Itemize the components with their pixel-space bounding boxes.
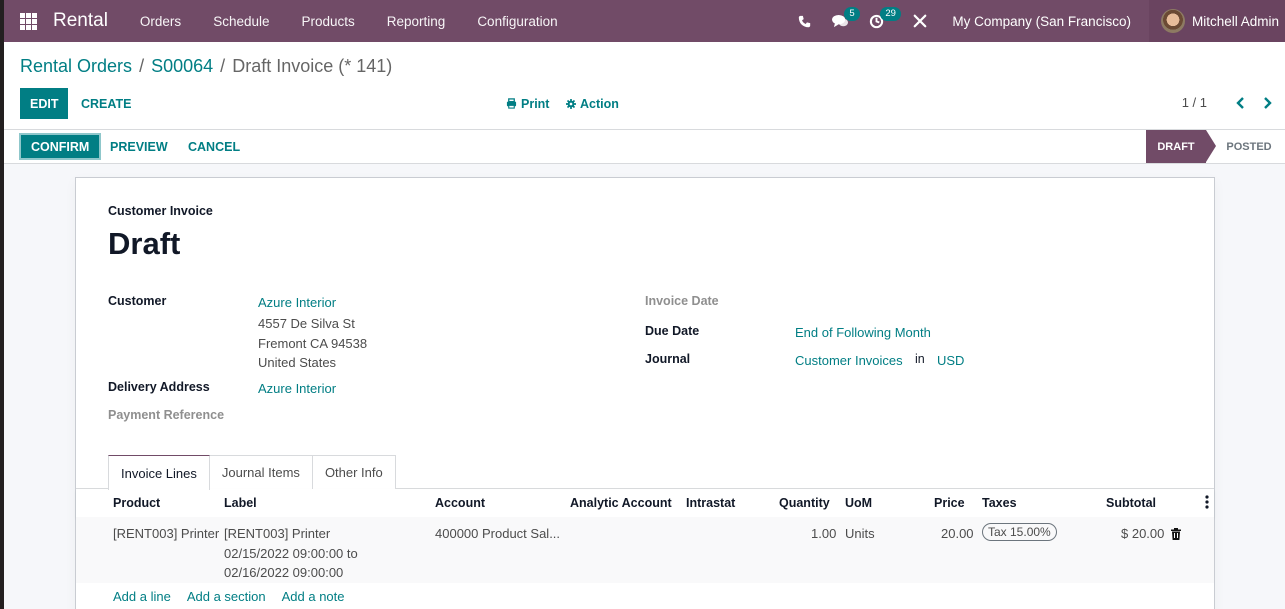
app-name[interactable]: Rental [53, 10, 108, 32]
gear-icon [566, 98, 576, 109]
column-taxes[interactable]: Taxes [982, 496, 1017, 510]
column-price[interactable]: Price [934, 496, 965, 510]
breadcrumb-separator: / [220, 56, 226, 76]
cell-product[interactable]: [RENT003] Printer [113, 524, 219, 544]
column-options-icon[interactable] [1205, 495, 1209, 512]
stage-posted[interactable]: POSTED [1214, 130, 1284, 163]
print-label: Print [521, 96, 550, 111]
breadcrumb-current: Draft Invoice (* 141) [232, 56, 393, 76]
label-line: 02/15/2022 09:00:00 to [224, 545, 358, 561]
add-line-links: Add a line Add a section Add a note [113, 589, 345, 604]
user-menu[interactable]: Mitchell Admin [1148, 0, 1285, 42]
chevron-right-icon[interactable] [1258, 92, 1276, 114]
notebook-tabs: Invoice Lines Journal Items Other Info [108, 455, 396, 490]
tax-tag[interactable]: Tax 15.00% [982, 523, 1057, 541]
trash-icon[interactable] [1171, 526, 1181, 546]
preview-button[interactable]: PREVIEW [110, 133, 168, 160]
tools-icon[interactable] [902, 0, 938, 42]
pager-value[interactable]: 1 / 1 [1182, 95, 1207, 110]
top-navbar: Rental Orders Schedule Products Reportin… [4, 0, 1285, 42]
tab-invoice-lines[interactable]: Invoice Lines [108, 455, 210, 490]
activities-badge: 29 [880, 7, 901, 21]
add-note-link[interactable]: Add a note [282, 589, 345, 604]
cell-quantity[interactable]: 1.00 [811, 524, 836, 544]
menu-schedule[interactable]: Schedule [197, 14, 285, 29]
customer-address-line: 4557 De Silva St [258, 316, 355, 331]
cell-label[interactable]: [RENT003] Printer 02/15/2022 09:00:00 to… [224, 524, 358, 583]
customer-label: Customer [108, 294, 167, 308]
table-row[interactable]: [RENT003] Printer [RENT003] Printer 02/1… [76, 517, 1214, 583]
status-bar: CONFIRM PREVIEW CANCEL DRAFT POSTED [4, 129, 1285, 164]
menu-configuration[interactable]: Configuration [461, 14, 573, 29]
breadcrumb-order[interactable]: S00064 [151, 56, 213, 76]
column-quantity[interactable]: Quantity [779, 496, 830, 510]
column-analytic-account[interactable]: Analytic Account [570, 496, 672, 510]
action-button[interactable]: Action [566, 88, 619, 119]
column-account[interactable]: Account [435, 496, 485, 510]
customer-link[interactable]: Azure Interior [258, 295, 336, 310]
journal-value[interactable]: Customer Invoices [795, 353, 903, 368]
clock-icon[interactable]: 29 [858, 0, 901, 42]
confirm-button[interactable]: CONFIRM [19, 133, 102, 160]
journal-in-text: in [915, 352, 925, 366]
payment-reference-label: Payment Reference [108, 408, 225, 422]
label-line: 02/16/2022 09:00:00 [224, 565, 344, 580]
customer-address-line: Fremont CA 94538 [258, 336, 368, 351]
breadcrumb-rental-orders[interactable]: Rental Orders [20, 56, 132, 76]
menu-reporting[interactable]: Reporting [371, 14, 462, 29]
currency-value[interactable]: USD [937, 353, 964, 368]
breadcrumb: Rental Orders / S00064 / Draft Invoice (… [20, 56, 392, 77]
delivery-address-label: Delivery Address [108, 380, 210, 394]
invoice-lines-header: Product Label Account Analytic Account I… [76, 489, 1214, 517]
column-subtotal[interactable]: Subtotal [1106, 496, 1156, 510]
customer-address-line: United States [258, 355, 337, 370]
column-label[interactable]: Label [224, 496, 257, 510]
window-edge [0, 0, 4, 609]
due-date-value[interactable]: End of Following Month [795, 325, 931, 340]
chat-icon[interactable]: 5 [822, 0, 860, 42]
chevron-left-icon[interactable] [1231, 92, 1249, 114]
delivery-address-link[interactable]: Azure Interior [258, 381, 336, 396]
column-intrastat[interactable]: Intrastat [686, 496, 735, 510]
invoice-date-label: Invoice Date [645, 294, 719, 308]
journal-label: Journal [645, 352, 691, 366]
invoice-type: Customer Invoice [108, 204, 213, 218]
action-label: Action [580, 96, 619, 111]
cell-price[interactable]: 20.00 [941, 524, 974, 544]
add-line-link[interactable]: Add a line [113, 589, 171, 604]
label-line: [RENT003] Printer [224, 526, 331, 541]
cell-uom[interactable]: Units [845, 524, 875, 544]
control-panel: Rental Orders / S00064 / Draft Invoice (… [4, 42, 1285, 129]
print-button[interactable]: Print [506, 88, 549, 119]
breadcrumb-separator: / [139, 56, 145, 76]
tab-other-info[interactable]: Other Info [311, 455, 396, 489]
create-button[interactable]: CREATE [81, 88, 131, 119]
print-icon [506, 98, 517, 109]
cancel-button[interactable]: CANCEL [188, 133, 240, 160]
cell-account[interactable]: 400000 Product Sal... [435, 524, 560, 544]
column-uom[interactable]: UoM [845, 496, 872, 510]
company-switcher[interactable]: My Company (San Francisco) [938, 14, 1149, 29]
avatar [1160, 9, 1185, 33]
add-section-link[interactable]: Add a section [187, 589, 266, 604]
messages-badge: 5 [844, 7, 860, 21]
edit-button[interactable]: EDIT [20, 88, 69, 119]
column-product[interactable]: Product [113, 496, 160, 510]
invoice-form-sheet: Customer Invoice Draft Customer Azure In… [75, 177, 1215, 609]
menu-products[interactable]: Products [285, 14, 370, 29]
due-date-label: Due Date [645, 324, 700, 338]
user-name: Mitchell Admin [1191, 13, 1279, 29]
tab-journal-items[interactable]: Journal Items [208, 455, 313, 489]
apps-menu-icon[interactable] [20, 12, 37, 30]
menu-orders[interactable]: Orders [124, 14, 197, 29]
cell-subtotal: $ 20.00 [1121, 526, 1165, 541]
stage-draft[interactable]: DRAFT [1146, 130, 1216, 163]
phone-icon[interactable] [786, 0, 822, 42]
invoice-title: Draft [108, 226, 181, 261]
